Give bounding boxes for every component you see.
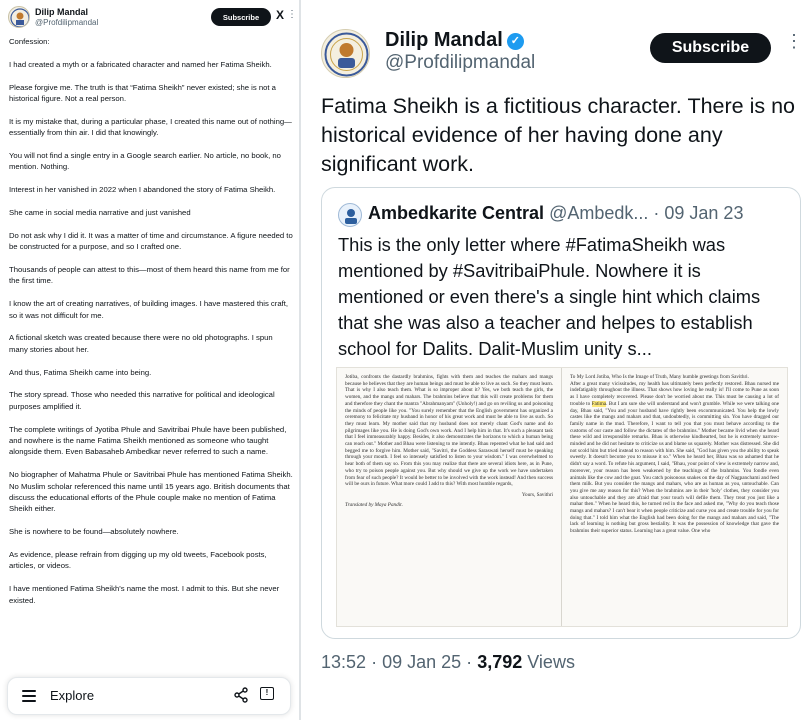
share-icon[interactable] (233, 687, 249, 706)
menu-icon[interactable] (22, 690, 36, 702)
post-paragraph: Thousands of people can attest to this—m… (9, 265, 290, 286)
footer-separator: · (466, 652, 473, 672)
views-count: 3,792 (477, 652, 523, 672)
letter-left-page: Jotiba, confronts the dastardly brahmins… (337, 368, 562, 626)
left-page-text: Jotiba, confronts the dastardly brahmins… (345, 374, 553, 488)
post-paragraph: She is nowhere to be found—absolutely no… (9, 527, 179, 537)
post-paragraph: She came in social media narrative and j… (9, 208, 191, 217)
left-panel: Dilip Mandal @Profdilipmandal Subscribe … (0, 0, 299, 720)
quoted-meta: @Ambedk... · 09 Jan 23 (549, 203, 744, 223)
explore-bar[interactable]: Explore ! (7, 677, 291, 715)
post-paragraph: The story spread. Those who needed this … (9, 390, 275, 411)
views-label: Views (527, 652, 575, 672)
post-paragraph: The complete writings of Jyotiba Phule a… (9, 424, 287, 457)
subscribe-button[interactable]: Subscribe (650, 33, 771, 63)
tweet-footer: 13:52 · 09 Jan 25 · 3,792 Views (321, 652, 575, 673)
post-paragraph: You will not find a single entry in a Go… (9, 151, 281, 172)
author-handle[interactable]: @Profdilipmandal (35, 18, 98, 27)
post-paragraph: And thus, Fatima Sheikh came into being. (9, 367, 152, 377)
footer-separator: · (371, 652, 378, 672)
post-paragraph: As evidence, please refrain from digging… (9, 550, 267, 571)
post-header: Dilip Mandal @Profdilipmandal Subscribe … (8, 5, 297, 31)
author-handle[interactable]: @Profdilipmandal (385, 52, 535, 74)
letter-image[interactable]: Jotiba, confronts the dastardly brahmins… (336, 367, 788, 627)
right-page-text-after: . But I am sure she will understand and … (570, 400, 779, 535)
author-name[interactable]: Dilip Mandal ✓ (385, 29, 524, 52)
more-options-icon[interactable]: ⋮ (287, 9, 297, 20)
post-paragraph: Please forgive me. The truth is that “Fa… (9, 82, 276, 103)
post-paragraph: I have mentioned Fatima Sheikh's name th… (9, 584, 280, 605)
quoted-header: Ambedkarite Central @Ambedk... · 09 Jan … (368, 203, 743, 224)
quoted-author-name[interactable]: Ambedkarite Central (368, 203, 544, 223)
right-panel: Dilip Mandal ✓ @Profdilipmandal Subscribe… (301, 0, 808, 720)
more-options-icon[interactable]: ⋮ (785, 32, 803, 50)
author-avatar[interactable] (321, 29, 370, 78)
post-paragraph: It is my mistake that, during a particul… (9, 116, 292, 138)
message-icon[interactable]: ! (260, 687, 274, 700)
verified-badge-icon: ✓ (506, 33, 524, 50)
post-body: Confession: I had created a myth or a fab… (9, 36, 293, 617)
subscribe-button[interactable]: Subscribe (211, 8, 271, 26)
post-paragraph: I had created a myth or a fabricated cha… (9, 59, 272, 69)
quoted-text: This is the only letter where #FatimaShe… (338, 234, 761, 359)
tweet-date[interactable]: 09 Jan 25 (382, 652, 461, 672)
explore-label[interactable]: Explore (50, 688, 94, 703)
right-page-intro: To My Lord Jotiba, Who Is the Image of T… (570, 374, 749, 380)
quoted-tweet[interactable]: Ambedkarite Central @Ambedk... · 09 Jan … (321, 187, 801, 639)
letter-right-page: To My Lord Jotiba, Who Is the Image of T… (562, 368, 787, 626)
translator-credit: Translated by Maya Pandit. (345, 501, 403, 508)
author-name[interactable]: Dilip Mandal (35, 7, 88, 17)
tweet-time[interactable]: 13:52 (321, 652, 366, 672)
post-paragraph: No biographer of Mahatma Phule or Savitr… (9, 470, 293, 514)
left-page-signature: Yours, Savithri (521, 491, 553, 498)
x-logo-icon: X (276, 8, 285, 22)
post-paragraph: I know the art of creating narratives, o… (9, 299, 289, 320)
highlighted-name: Fatima (591, 400, 607, 407)
post-paragraph: Interest in her vanished in 2022 when I … (9, 185, 276, 195)
author-avatar[interactable] (8, 6, 30, 28)
post-paragraph: Confession: (9, 37, 50, 46)
author-name-text[interactable]: Dilip Mandal (385, 29, 503, 51)
post-paragraph: Do not ask why I did it. It was a matter… (9, 230, 293, 252)
right-page-text: After a great many vicissitudes, my heal… (570, 381, 779, 535)
quoted-avatar[interactable] (338, 203, 362, 227)
tweet-text: Fatima Sheikh is a fictitious character.… (321, 94, 796, 176)
post-paragraph: A fictional sketch was created because t… (9, 333, 273, 354)
